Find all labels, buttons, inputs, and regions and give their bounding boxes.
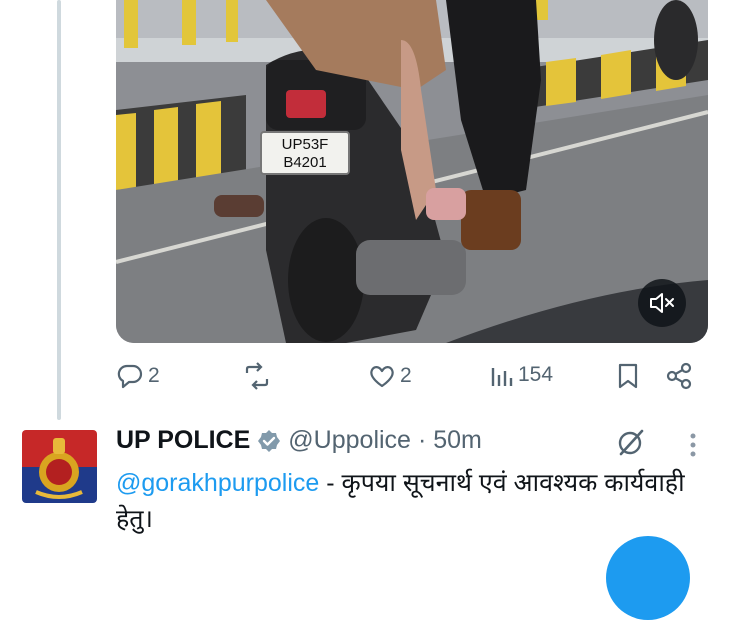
analytics-icon xyxy=(491,368,513,386)
reply-button[interactable]: 2 xyxy=(116,362,160,390)
display-name[interactable]: UP POLICE xyxy=(116,426,250,455)
reply-icon xyxy=(117,364,143,389)
share-button[interactable] xyxy=(666,362,694,390)
thread-connector-line xyxy=(57,0,61,420)
repost-icon xyxy=(245,362,269,390)
view-count: 154 xyxy=(518,363,554,386)
mention-link[interactable]: @gorakhpurpolice xyxy=(116,469,319,497)
video-player[interactable]: UP53F B4201 xyxy=(116,0,708,343)
plate-line-1: UP53F xyxy=(282,136,329,153)
like-count: 2 xyxy=(400,364,412,387)
verified-badge-icon xyxy=(258,429,281,452)
views-button[interactable]: 154 xyxy=(490,362,553,388)
more-options-button[interactable] xyxy=(683,430,703,465)
tweet-action-bar: 2 2 154 xyxy=(0,362,730,394)
reply-count: 2 xyxy=(148,364,160,387)
compose-fab-button[interactable] xyxy=(606,536,690,620)
tweet-text: @gorakhpurpolice - कृपया सूचनार्थ एवं आव… xyxy=(116,465,696,537)
bookmark-button[interactable] xyxy=(616,362,640,390)
repost-button[interactable] xyxy=(242,362,272,390)
like-button[interactable]: 2 xyxy=(368,362,412,390)
more-vertical-icon xyxy=(690,433,696,457)
grok-button[interactable] xyxy=(615,426,647,463)
avatar[interactable] xyxy=(22,430,97,503)
grok-icon xyxy=(618,429,644,456)
heart-icon xyxy=(370,366,394,388)
tweet-header: UP POLICE @Uppolice · 50m xyxy=(116,426,482,455)
user-handle[interactable]: @Uppolice xyxy=(288,426,411,455)
up-police-emblem-icon xyxy=(22,430,97,503)
speaker-muted-icon xyxy=(650,293,674,313)
bookmark-icon xyxy=(618,363,638,389)
mute-toggle-button[interactable] xyxy=(638,279,686,327)
plate-line-2: B4201 xyxy=(283,154,326,171)
share-icon xyxy=(666,362,692,390)
video-frame: UP53F B4201 xyxy=(116,0,708,343)
tweet-timestamp[interactable]: · 50m xyxy=(418,426,482,455)
